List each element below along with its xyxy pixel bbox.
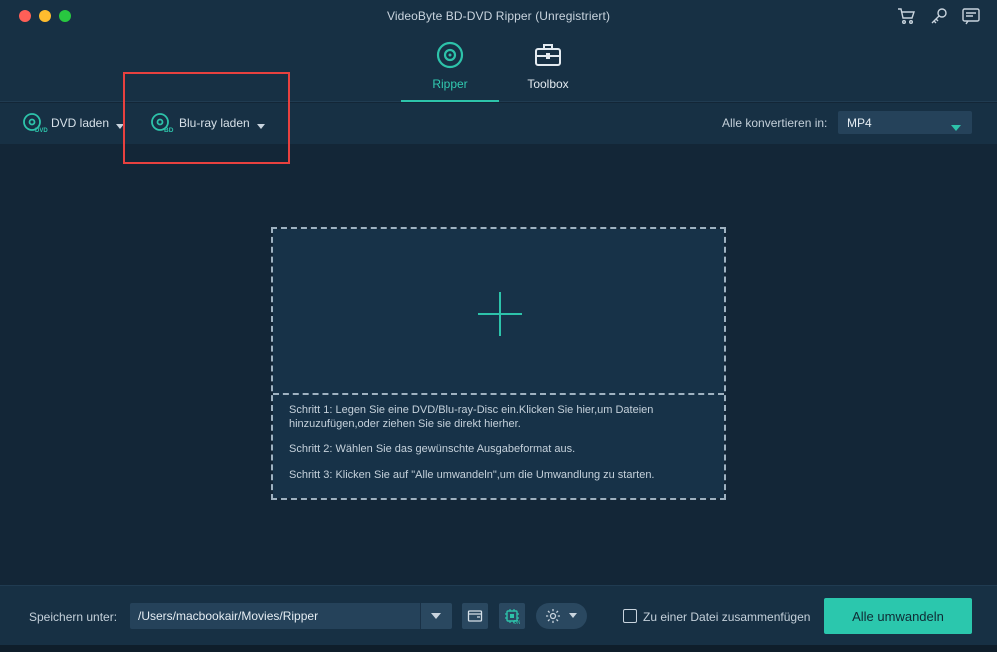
- tab-toolbox-label: Toolbox: [527, 77, 569, 91]
- gear-icon: [546, 609, 560, 623]
- hardware-acceleration-button[interactable]: ON: [499, 603, 525, 629]
- chevron-down-icon: [951, 119, 961, 131]
- save-path-input[interactable]: [130, 603, 420, 629]
- window-bottom-edge: [0, 645, 997, 652]
- chevron-down-icon: [569, 613, 577, 618]
- add-files-area[interactable]: [273, 229, 724, 395]
- add-files-dropzone[interactable]: Schritt 1: Legen Sie eine DVD/Blu-ray-Di…: [271, 227, 726, 500]
- convert-all-button[interactable]: Alle umwandeln: [824, 598, 972, 634]
- folder-icon: [467, 610, 483, 622]
- output-format-value: MP4: [847, 116, 872, 130]
- annotation-highlight-box: [123, 72, 290, 164]
- instruction-step-1: Schritt 1: Legen Sie eine DVD/Blu-ray-Di…: [289, 404, 654, 430]
- svg-text:ON: ON: [513, 620, 520, 624]
- merge-into-one-file-checkbox[interactable]: [623, 609, 637, 623]
- tab-ripper-label: Ripper: [432, 77, 468, 91]
- svg-text:DVD: DVD: [35, 128, 48, 134]
- output-format-select[interactable]: MP4: [838, 111, 972, 134]
- save-location-label: Speichern unter:: [29, 610, 118, 624]
- message-icon[interactable]: [961, 6, 981, 26]
- instruction-step-3: Schritt 3: Klicken Sie auf "Alle umwande…: [289, 469, 655, 481]
- load-dvd-label: DVD laden: [51, 116, 110, 130]
- toolbox-icon: [533, 40, 563, 70]
- chip-icon: ON: [505, 609, 520, 624]
- merge-into-one-file-label: Zu einer Datei zusammenfügen: [643, 610, 811, 624]
- save-path-dropdown-button[interactable]: [420, 603, 452, 629]
- instruction-step-2: Schritt 2: Wählen Sie das gewünschte Aus…: [289, 443, 576, 455]
- chevron-down-icon: [431, 613, 441, 619]
- settings-dropdown-button[interactable]: [536, 603, 587, 629]
- key-icon[interactable]: [929, 6, 949, 26]
- instructions-panel: Schritt 1: Legen Sie eine DVD/Blu-ray-Di…: [273, 395, 724, 498]
- title-bar: VideoByte BD-DVD Ripper (Unregistriert): [0, 0, 997, 32]
- tab-toolbox[interactable]: Toolbox: [499, 40, 597, 102]
- footer-bar: Speichern unter: ON Zu einer Datei zusam…: [0, 585, 997, 645]
- load-dvd-button[interactable]: DVD DVD laden: [22, 111, 125, 135]
- tab-ripper[interactable]: Ripper: [401, 40, 499, 102]
- convert-all-label: Alle konvertieren in:: [722, 116, 828, 130]
- window-title: VideoByte BD-DVD Ripper (Unregistriert): [386, 9, 611, 23]
- open-folder-button[interactable]: [462, 603, 488, 629]
- cart-icon[interactable]: [896, 6, 916, 26]
- active-tab-indicator: [401, 100, 499, 102]
- dvd-disc-icon: DVD: [22, 112, 48, 134]
- disc-icon: [435, 40, 465, 70]
- plus-icon[interactable]: [476, 290, 524, 338]
